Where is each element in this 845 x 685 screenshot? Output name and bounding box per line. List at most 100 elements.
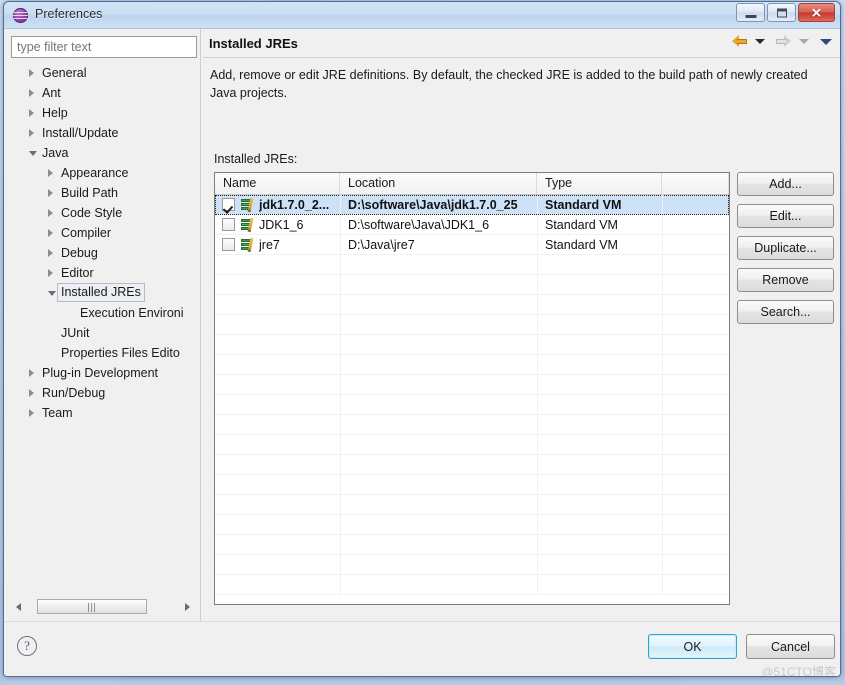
column-separator: [340, 555, 341, 574]
table-row-empty[interactable]: [215, 395, 729, 415]
sidebar-item-execution-environi[interactable]: Execution Environi: [11, 303, 197, 323]
preferences-sidebar: General Ant Help Install/Update Java Appearan…: [11, 36, 197, 616]
sidebar-item-java[interactable]: Java: [11, 143, 197, 163]
row-checkbox[interactable]: [222, 218, 235, 231]
sidebar-item-editor[interactable]: Editor: [11, 263, 197, 283]
sidebar-item-general[interactable]: General: [11, 63, 197, 83]
table-row-empty[interactable]: [215, 535, 729, 555]
column-separator: [662, 195, 663, 214]
table-row-empty[interactable]: [215, 275, 729, 295]
table-row-empty[interactable]: [215, 335, 729, 355]
column-separator: [537, 235, 538, 254]
cell-name: jre7: [259, 238, 280, 252]
sidebar-item-code-style[interactable]: Code Style: [11, 203, 197, 223]
back-arrow-icon[interactable]: [731, 35, 748, 48]
sidebar-horizontal-scrollbar[interactable]: [11, 598, 197, 615]
scrollbar-thumb[interactable]: [37, 599, 147, 614]
column-separator: [340, 255, 341, 274]
table-row-empty[interactable]: [215, 255, 729, 275]
sidebar-item-install-update[interactable]: Install/Update: [11, 123, 197, 143]
sidebar-item-appearance[interactable]: Appearance: [11, 163, 197, 183]
table-row-empty[interactable]: [215, 555, 729, 575]
table-row[interactable]: jre7 D:\Java\jre7 Standard VM: [215, 235, 729, 255]
pane-divider[interactable]: [200, 29, 201, 621]
tree-collapsed-arrow-icon[interactable]: [48, 209, 53, 217]
table-row-empty[interactable]: [215, 435, 729, 455]
tree-collapsed-arrow-icon[interactable]: [29, 409, 34, 417]
window-title: Preferences: [35, 7, 103, 21]
table-row-empty[interactable]: [215, 415, 729, 435]
sidebar-item-properties-files-edito[interactable]: Properties Files Edito: [11, 343, 197, 363]
row-checkbox[interactable]: [222, 198, 235, 211]
installed-jres-table[interactable]: Name Location Type jdk1.7.0_2... D:\softwar…: [214, 172, 730, 605]
duplicate-button[interactable]: Duplicate...: [737, 236, 834, 260]
remove-button[interactable]: Remove: [737, 268, 834, 292]
sidebar-item-junit[interactable]: JUnit: [11, 323, 197, 343]
tree-collapsed-arrow-icon[interactable]: [29, 89, 34, 97]
sidebar-item-ant[interactable]: Ant: [11, 83, 197, 103]
scroll-left-icon[interactable]: [12, 599, 27, 614]
sidebar-item-label: Compiler: [61, 226, 112, 240]
sidebar-item-debug[interactable]: Debug: [11, 243, 197, 263]
table-body: jdk1.7.0_2... D:\software\Java\jdk1.7.0_2…: [215, 195, 729, 595]
search-button[interactable]: Search...: [737, 300, 834, 324]
tree-expanded-arrow-icon[interactable]: [29, 151, 37, 156]
overflow-chevron-down-icon[interactable]: [820, 38, 832, 45]
dialog-footer: ? OK Cancel @51CTO博客: [4, 621, 840, 676]
preference-tree[interactable]: General Ant Help Install/Update Java Appearan…: [11, 63, 197, 593]
table-row-empty[interactable]: [215, 375, 729, 395]
column-separator: [340, 275, 341, 294]
cancel-button[interactable]: Cancel: [746, 634, 835, 659]
tree-expanded-arrow-icon[interactable]: [48, 291, 56, 296]
tree-collapsed-arrow-icon[interactable]: [29, 389, 34, 397]
sidebar-item-build-path[interactable]: Build Path: [11, 183, 197, 203]
table-row-empty[interactable]: [215, 315, 729, 335]
ok-button[interactable]: OK: [648, 634, 737, 659]
table-row[interactable]: jdk1.7.0_2... D:\software\Java\jdk1.7.0_2…: [215, 195, 729, 215]
cell-name: jdk1.7.0_2...: [259, 198, 330, 212]
table-row-empty[interactable]: [215, 355, 729, 375]
cell-type: Standard VM: [545, 238, 618, 252]
tree-collapsed-arrow-icon[interactable]: [29, 69, 34, 77]
search-input[interactable]: [11, 36, 197, 58]
column-header-name[interactable]: Name: [215, 173, 340, 194]
title-bar[interactable]: Preferences ✕: [4, 2, 840, 29]
tree-collapsed-arrow-icon[interactable]: [29, 369, 34, 377]
table-row-empty[interactable]: [215, 475, 729, 495]
tree-collapsed-arrow-icon[interactable]: [48, 189, 53, 197]
column-separator: [537, 195, 538, 214]
table-row[interactable]: JDK1_6 D:\software\Java\JDK1_6 Standard VM: [215, 215, 729, 235]
sidebar-item-team[interactable]: Team: [11, 403, 197, 423]
add-button[interactable]: Add...: [737, 172, 834, 196]
column-separator: [340, 315, 341, 334]
sidebar-item-installed-jres[interactable]: Installed JREs: [11, 283, 197, 303]
question-mark-icon[interactable]: ?: [17, 636, 37, 656]
maximize-button[interactable]: [767, 3, 796, 22]
table-row-empty[interactable]: [215, 495, 729, 515]
tree-collapsed-arrow-icon[interactable]: [48, 249, 53, 257]
column-header-extra[interactable]: [662, 173, 729, 194]
tree-collapsed-arrow-icon[interactable]: [48, 269, 53, 277]
scroll-right-icon[interactable]: [181, 599, 196, 614]
tree-collapsed-arrow-icon[interactable]: [29, 109, 34, 117]
back-history-chevron-down-icon[interactable]: [754, 39, 765, 45]
row-checkbox[interactable]: [222, 238, 235, 251]
sidebar-item-plug-in-development[interactable]: Plug-in Development: [11, 363, 197, 383]
column-header-location[interactable]: Location: [340, 173, 537, 194]
minimize-button[interactable]: [736, 3, 765, 22]
sidebar-item-run-debug[interactable]: Run/Debug: [11, 383, 197, 403]
tree-collapsed-arrow-icon[interactable]: [29, 129, 34, 137]
cell-location: D:\software\Java\JDK1_6: [348, 218, 490, 232]
tree-collapsed-arrow-icon[interactable]: [48, 169, 53, 177]
cell-location: D:\Java\jre7: [348, 238, 415, 252]
edit-button[interactable]: Edit...: [737, 204, 834, 228]
close-button[interactable]: ✕: [798, 3, 835, 22]
tree-collapsed-arrow-icon[interactable]: [48, 229, 53, 237]
column-header-type[interactable]: Type: [537, 173, 662, 194]
table-row-empty[interactable]: [215, 455, 729, 475]
table-row-empty[interactable]: [215, 295, 729, 315]
table-row-empty[interactable]: [215, 515, 729, 535]
sidebar-item-compiler[interactable]: Compiler: [11, 223, 197, 243]
table-row-empty[interactable]: [215, 575, 729, 595]
sidebar-item-help[interactable]: Help: [11, 103, 197, 123]
